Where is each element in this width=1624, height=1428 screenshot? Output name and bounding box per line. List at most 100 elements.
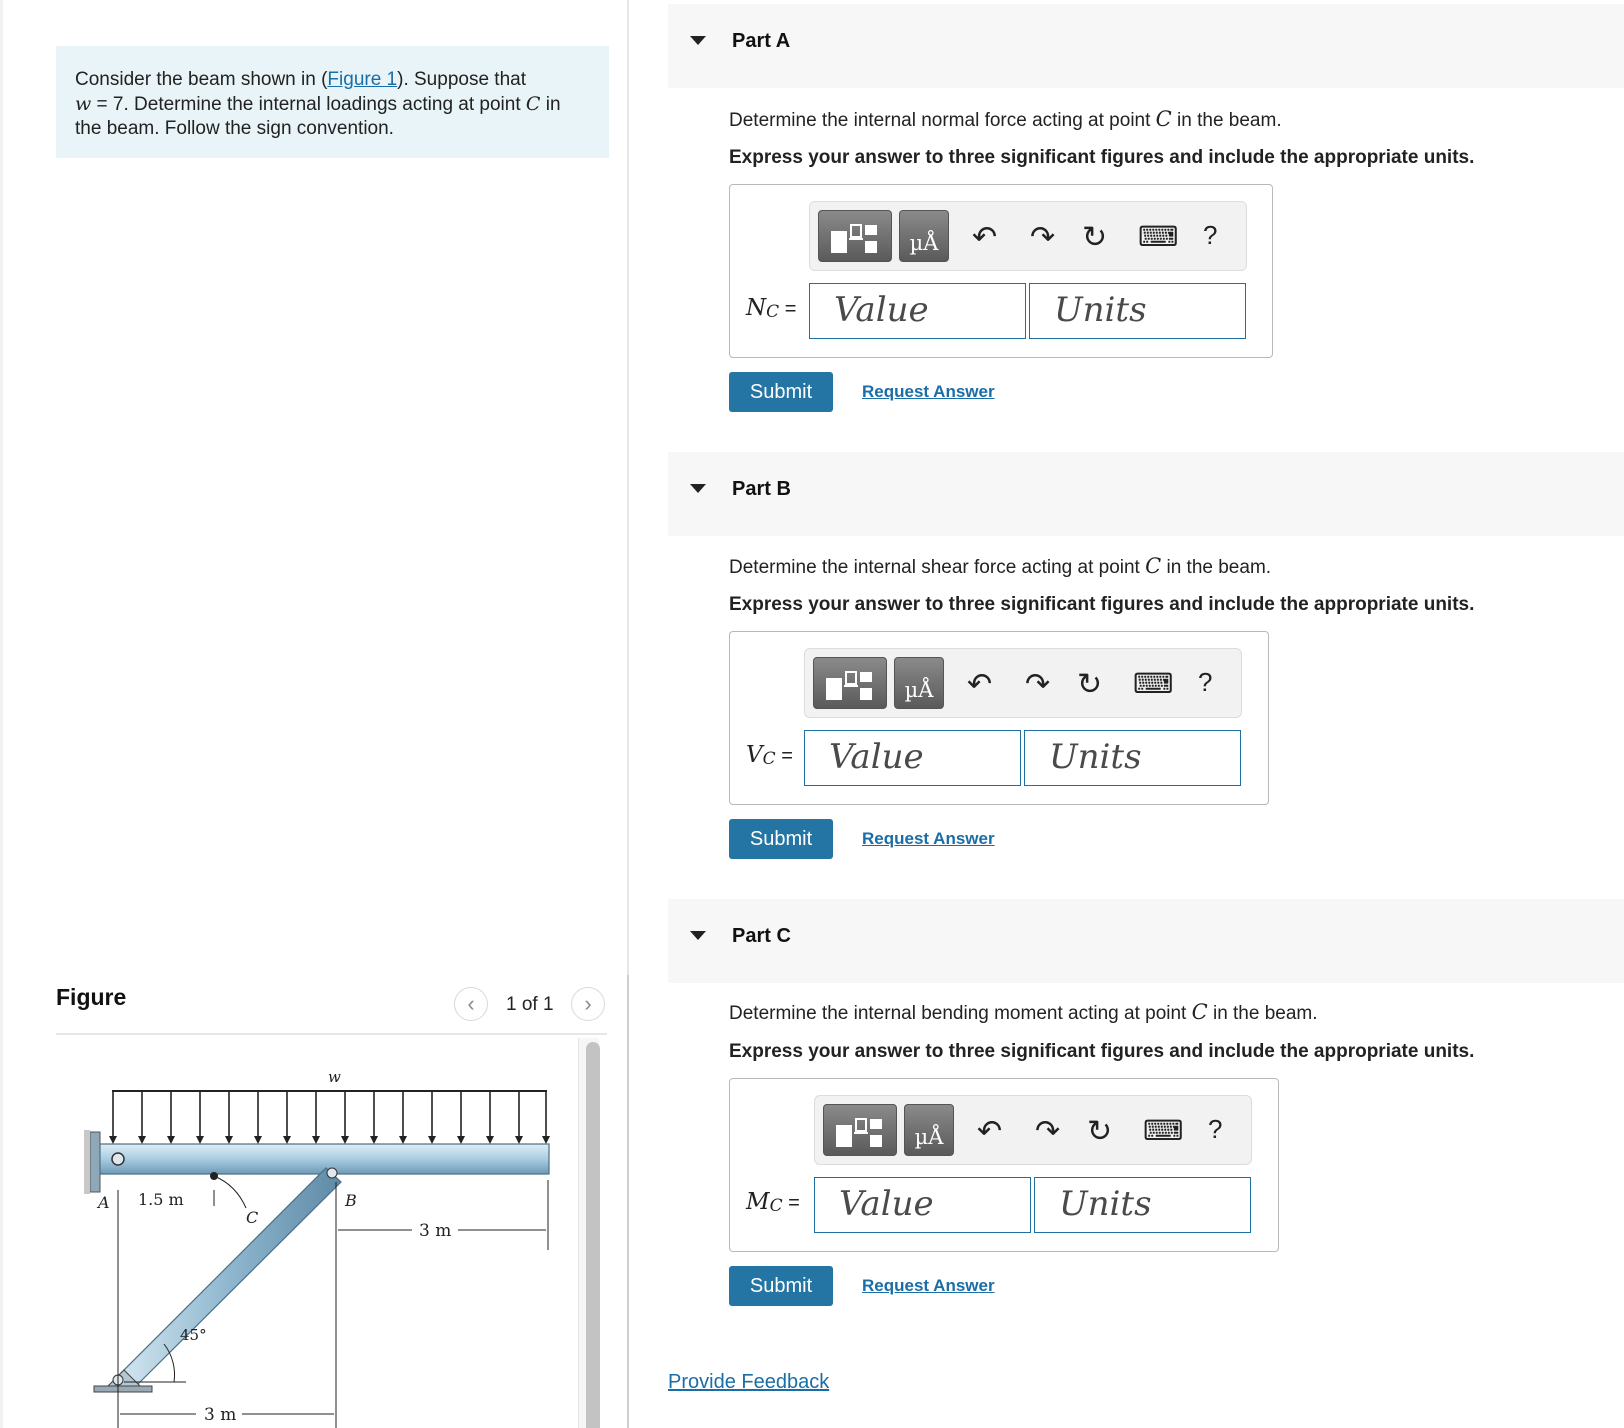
next-figure-button[interactable]: ›: [571, 987, 605, 1021]
part-a-title: Part A: [732, 30, 791, 52]
part-c-toolbar: µÅ ↶ ↷ ↻ ⌨ ?: [814, 1095, 1252, 1165]
part-c-title: Part C: [732, 925, 791, 947]
part-b-q-text: Determine the internal shear force actin…: [729, 557, 1146, 578]
part-b-instruction: Express your answer to three significant…: [729, 594, 1475, 615]
left-pane: Consider the beam shown in (Figure 1). S…: [0, 0, 628, 1428]
part-c-answer-box: µÅ ↶ ↷ ↻ ⌨ ? MC = Value Units: [729, 1078, 1279, 1252]
part-a-submit-button[interactable]: Submit: [729, 372, 833, 412]
part-a-header[interactable]: Part A: [668, 4, 1624, 88]
redo-icon[interactable]: ↷: [1030, 220, 1055, 255]
var-letter: V: [746, 742, 763, 768]
part-c-q-text: Determine the internal bending moment ac…: [729, 1003, 1192, 1024]
part-a-q-var: C: [1155, 107, 1172, 131]
prev-figure-button[interactable]: ‹: [454, 987, 488, 1021]
part-c-submit-button[interactable]: Submit: [729, 1266, 833, 1306]
redo-icon[interactable]: ↷: [1025, 667, 1050, 702]
label-w: w: [328, 1068, 341, 1086]
problem-statement: Consider the beam shown in (Figure 1). S…: [56, 46, 609, 158]
part-b-value-input[interactable]: Value: [804, 730, 1021, 786]
part-b-q-var: C: [1145, 554, 1162, 578]
label-c: C: [246, 1208, 258, 1227]
part-b-variable: VC =: [746, 742, 793, 769]
figure-scrollbar-thumb[interactable]: [586, 1042, 600, 1428]
part-c-units-input[interactable]: Units: [1034, 1177, 1251, 1233]
var-eq: =: [782, 1192, 800, 1214]
figure-divider: [56, 1033, 607, 1035]
var-sub: C: [766, 302, 780, 322]
part-a-question: Determine the internal normal force acti…: [729, 107, 1282, 132]
label-a: A: [96, 1193, 110, 1212]
var-c: C: [525, 93, 541, 115]
reset-icon[interactable]: ↻: [1082, 220, 1107, 255]
keyboard-icon[interactable]: ⌨: [1138, 220, 1178, 253]
part-a-variable: NC =: [746, 295, 796, 322]
templates-button[interactable]: [813, 657, 887, 709]
part-a-answer-box: µÅ ↶ ↷ ↻ ⌨ ? NC = Value Units: [729, 184, 1273, 358]
part-c-value-input[interactable]: Value: [814, 1177, 1031, 1233]
wall-support: [89, 1131, 101, 1193]
part-b-request-answer-link[interactable]: Request Answer: [862, 829, 995, 849]
redo-icon[interactable]: ↷: [1035, 1114, 1060, 1149]
part-c-variable: MC =: [746, 1189, 800, 1216]
caret-down-icon: [690, 931, 706, 940]
undo-icon[interactable]: ↶: [967, 667, 992, 702]
reset-icon[interactable]: ↻: [1077, 667, 1102, 702]
templates-button[interactable]: [818, 210, 892, 262]
templates-button[interactable]: [823, 1104, 897, 1156]
pane-divider-lower: [627, 975, 629, 1428]
units-button[interactable]: µÅ: [894, 657, 944, 709]
part-c-question: Determine the internal bending moment ac…: [729, 1000, 1318, 1025]
chevron-right-icon: ›: [584, 991, 592, 1016]
part-c-q-end: in the beam.: [1207, 1003, 1318, 1024]
help-icon[interactable]: ?: [1198, 667, 1212, 698]
undo-icon[interactable]: ↶: [977, 1114, 1002, 1149]
part-c-header[interactable]: Part C: [668, 899, 1624, 983]
part-b-units-input[interactable]: Units: [1024, 730, 1241, 786]
part-a-toolbar: µÅ ↶ ↷ ↻ ⌨ ?: [809, 201, 1247, 271]
help-icon[interactable]: ?: [1208, 1114, 1222, 1145]
figure-pager: 1 of 1: [506, 994, 554, 1015]
label-angle: 45°: [180, 1326, 207, 1344]
var-letter: N: [746, 295, 767, 321]
keyboard-icon[interactable]: ⌨: [1133, 667, 1173, 700]
part-b-question: Determine the internal shear force actin…: [729, 554, 1271, 579]
undo-icon[interactable]: ↶: [972, 220, 997, 255]
label-dim-3-top: 3 m: [419, 1221, 451, 1241]
part-c-request-answer-link[interactable]: Request Answer: [862, 1276, 995, 1296]
reset-icon[interactable]: ↻: [1087, 1114, 1112, 1149]
part-b-submit-button[interactable]: Submit: [729, 819, 833, 859]
provide-feedback-link[interactable]: Provide Feedback: [668, 1371, 829, 1394]
label-dim-3-bottom: 3 m: [204, 1405, 236, 1425]
load-arrows: [112, 1091, 547, 1138]
caret-down-icon: [690, 484, 706, 493]
part-a-value-input[interactable]: Value: [809, 283, 1026, 339]
var-eq: =: [775, 745, 793, 767]
var-sub: C: [769, 1196, 783, 1216]
part-b-title: Part B: [732, 478, 791, 500]
keyboard-icon[interactable]: ⌨: [1143, 1114, 1183, 1147]
part-b-answer-box: µÅ ↶ ↷ ↻ ⌨ ? VC = Value Units: [729, 631, 1269, 805]
label-b: B: [344, 1191, 357, 1210]
part-b-toolbar: µÅ ↶ ↷ ↻ ⌨ ?: [804, 648, 1242, 718]
part-a-q-end: in the beam.: [1171, 110, 1282, 131]
problem-text-3: = 7. Determine the internal loadings act…: [91, 94, 526, 115]
caret-down-icon: [690, 36, 706, 45]
problem-text-2: ). Suppose that: [397, 69, 526, 90]
units-button[interactable]: µÅ: [899, 210, 949, 262]
part-a-instruction: Express your answer to three significant…: [729, 147, 1475, 168]
part-a-q-text: Determine the internal normal force acti…: [729, 110, 1156, 131]
figure-link[interactable]: Figure 1: [327, 69, 397, 90]
templates-icon: [826, 671, 872, 700]
problem-text-1: Consider the beam shown in (: [75, 69, 328, 90]
part-b-header[interactable]: Part B: [668, 452, 1624, 536]
label-dim-1-5: 1.5 m: [138, 1190, 184, 1209]
units-button[interactable]: µÅ: [904, 1104, 954, 1156]
templates-icon: [836, 1118, 882, 1147]
part-a-units-input[interactable]: Units: [1029, 283, 1246, 339]
var-letter: M: [746, 1189, 770, 1215]
part-a-request-answer-link[interactable]: Request Answer: [862, 382, 995, 402]
figure-heading: Figure: [56, 984, 127, 1010]
part-c-q-var: C: [1191, 1000, 1208, 1024]
help-icon[interactable]: ?: [1203, 220, 1217, 251]
var-eq: =: [779, 298, 797, 320]
